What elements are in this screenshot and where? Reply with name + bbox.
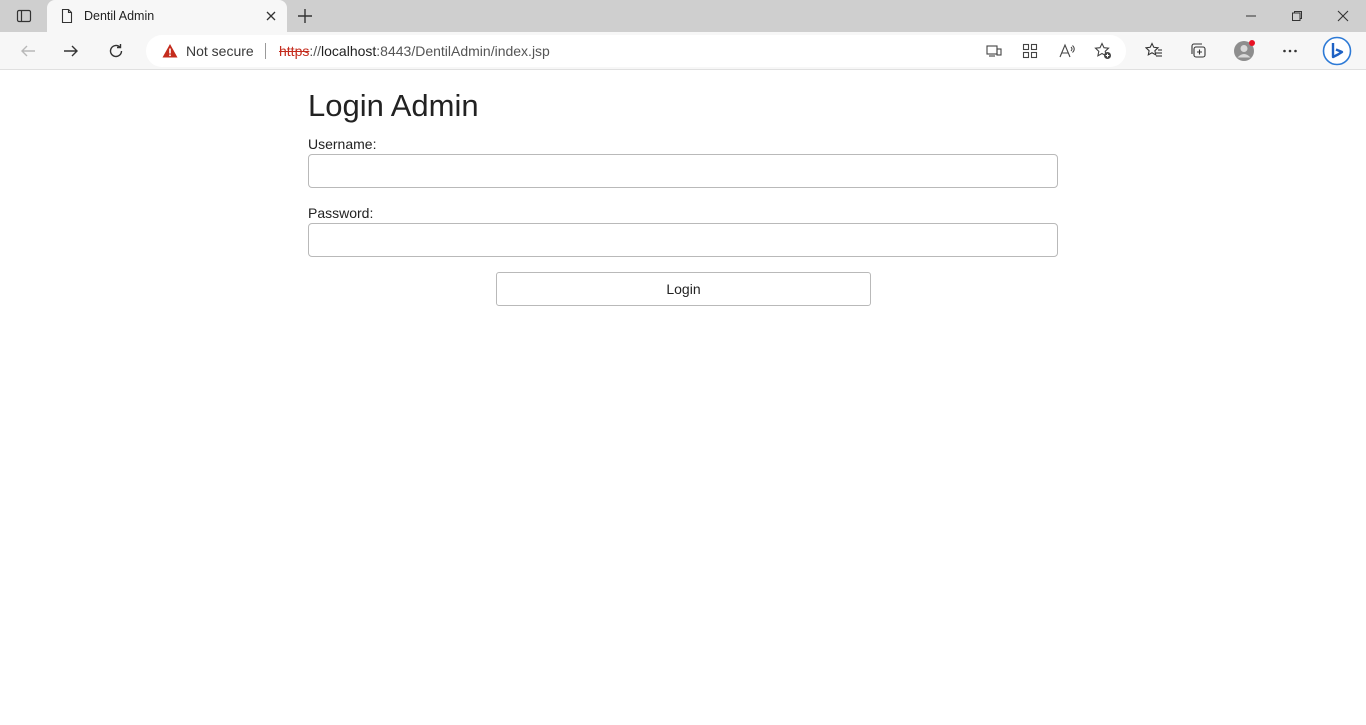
username-label: Username: [308,136,377,152]
restore-icon[interactable] [1274,0,1320,32]
document-icon [59,8,75,24]
bing-copilot-icon[interactable] [1320,35,1354,67]
close-icon[interactable] [263,8,279,24]
minimize-icon[interactable] [1228,0,1274,32]
page-title: Login Admin [308,88,479,123]
more-options-icon[interactable] [1274,35,1306,67]
app-available-icon[interactable] [1020,41,1040,61]
password-input[interactable] [308,223,1058,257]
collections-icon[interactable] [1182,35,1214,67]
url-host: localhost [321,43,377,59]
refresh-icon[interactable] [100,35,132,67]
login-button[interactable]: Login [496,272,871,306]
window-close-icon[interactable] [1320,0,1366,32]
device-icon[interactable] [984,41,1004,61]
address-divider [265,43,266,59]
back-arrow-icon[interactable] [12,35,44,67]
plus-icon[interactable] [292,4,318,28]
url-text[interactable]: https://localhost:8443/DentilAdmin/index… [279,43,550,59]
address-bar[interactable]: Not secure https://localhost:8443/Dentil… [146,35,1126,67]
tab-actions-icon[interactable] [8,4,40,28]
password-label: Password: [308,205,374,221]
forward-arrow-icon[interactable] [55,35,87,67]
tab-strip: Dentil Admin [0,0,1366,32]
favorites-icon[interactable] [1138,35,1170,67]
url-separator: :// [309,43,322,59]
read-aloud-icon[interactable] [1057,41,1077,61]
add-favorite-icon[interactable] [1093,41,1113,61]
security-label[interactable]: Not secure [186,43,254,59]
avatar-icon[interactable] [1228,35,1260,67]
url-path: :8443/DentilAdmin/index.jsp [376,43,550,59]
url-protocol: https [279,43,310,59]
tab-title: Dentil Admin [84,9,155,23]
warning-icon[interactable] [162,43,178,59]
browser-tab[interactable]: Dentil Admin [47,0,287,32]
username-input[interactable] [308,154,1058,188]
browser-toolbar: Not secure https://localhost:8443/Dentil… [0,32,1366,70]
